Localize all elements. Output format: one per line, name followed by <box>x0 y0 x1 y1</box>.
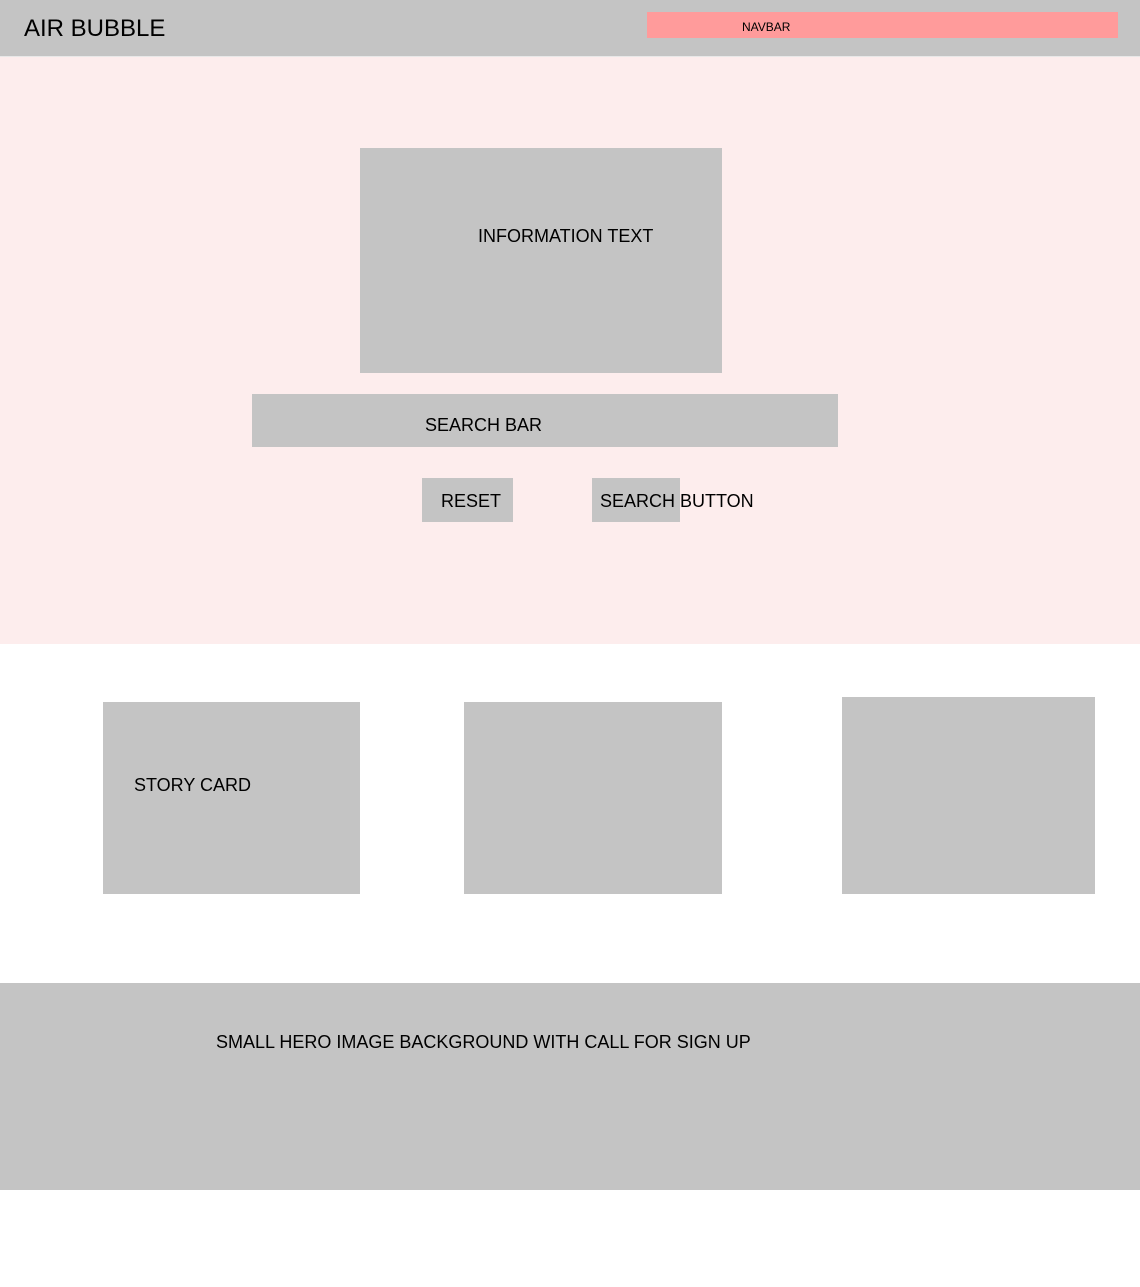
story-card[interactable] <box>464 702 722 894</box>
signup-hero-section[interactable]: SMALL HERO IMAGE BACKGROUND WITH CALL FO… <box>0 983 1140 1190</box>
header: AIR BUBBLE NAVBAR <box>0 0 1140 57</box>
search-bar[interactable]: SEARCH BAR <box>252 394 838 447</box>
reset-label: RESET <box>441 491 502 511</box>
search-button-label: SEARCH BUTTON <box>600 491 754 511</box>
story-card[interactable]: STORY CARD <box>103 702 360 894</box>
information-text-box: INFORMATION TEXT <box>360 148 722 373</box>
reset-button[interactable]: RESET <box>422 478 513 522</box>
navbar-label: NAVBAR <box>742 20 791 34</box>
search-button[interactable]: SEARCH BUTTON <box>592 478 754 522</box>
navbar[interactable]: NAVBAR <box>647 12 1118 38</box>
story-card-label: STORY CARD <box>134 775 252 795</box>
logo[interactable]: AIR BUBBLE <box>24 15 165 43</box>
signup-text: SMALL HERO IMAGE BACKGROUND WITH CALL FO… <box>216 1032 751 1052</box>
information-text: INFORMATION TEXT <box>478 226 654 246</box>
search-bar-label: SEARCH BAR <box>425 415 543 435</box>
story-card[interactable] <box>842 697 1095 894</box>
